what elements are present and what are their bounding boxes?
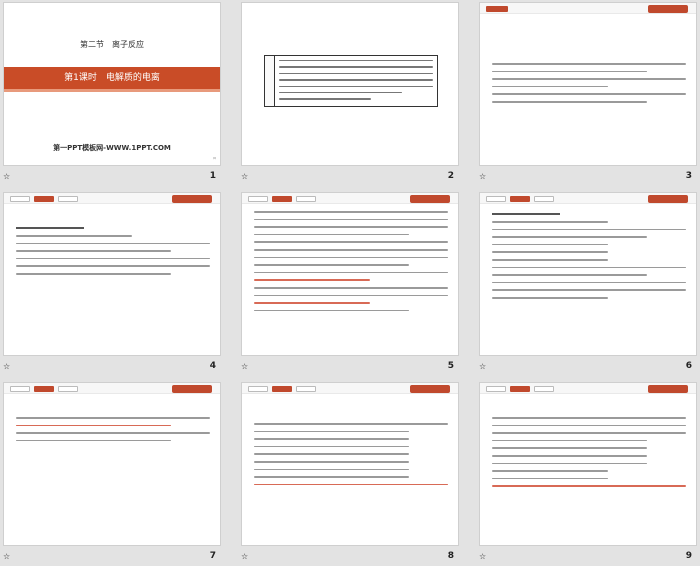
tab-3	[58, 196, 78, 202]
tab-3	[534, 386, 554, 392]
star-icon[interactable]: ☆	[241, 362, 248, 371]
slide-preview	[479, 2, 697, 166]
star-icon[interactable]: ☆	[479, 172, 486, 181]
section-title: 第二节 离子反应	[80, 40, 144, 49]
tab-1	[486, 6, 508, 12]
thumbnail-5[interactable]: ☆ 5	[238, 190, 460, 376]
badge	[172, 385, 212, 393]
slide-number: 5	[447, 361, 454, 371]
slide-text	[492, 417, 686, 493]
tab-2	[510, 196, 530, 202]
tab-1	[486, 386, 506, 392]
thumbnail-3[interactable]: ☆ 3	[476, 0, 698, 186]
badge	[410, 385, 450, 393]
slide-text	[492, 213, 686, 305]
objectives-box	[264, 55, 438, 107]
slide-preview	[479, 382, 697, 546]
slide-text	[254, 423, 448, 491]
objectives-label	[265, 56, 275, 106]
thumbnail-caption: ☆ 7	[0, 550, 222, 564]
thumbnail-caption: ☆ 9	[476, 550, 698, 564]
slide-toolbar	[242, 193, 458, 204]
tab-3	[296, 386, 316, 392]
corner-mark-icon: ⌗	[213, 156, 216, 162]
slide-toolbar	[242, 383, 458, 394]
star-icon[interactable]: ☆	[3, 172, 10, 181]
slide-number: 3	[685, 171, 692, 181]
slide-number: 8	[447, 551, 454, 561]
slide-preview	[3, 382, 221, 546]
title-stripe	[4, 89, 220, 92]
slide-text	[16, 227, 210, 281]
slide-preview	[241, 192, 459, 356]
star-icon[interactable]: ☆	[479, 362, 486, 371]
thumbnail-6[interactable]: ☆ 6	[476, 190, 698, 376]
star-icon[interactable]: ☆	[3, 552, 10, 561]
tab-1	[486, 196, 506, 202]
objectives-text	[279, 60, 433, 105]
tab-2	[272, 386, 292, 392]
tab-1	[10, 196, 30, 202]
star-icon[interactable]: ☆	[3, 362, 10, 371]
slide-text	[492, 63, 686, 109]
thumbnail-caption: ☆ 3	[476, 170, 698, 184]
tab-3	[58, 386, 78, 392]
thumbnail-9[interactable]: ☆ 9	[476, 380, 698, 566]
tab-3	[296, 196, 316, 202]
thumbnail-caption: ☆ 5	[238, 360, 460, 374]
badge	[648, 195, 688, 203]
thumbnail-caption: ☆ 1	[0, 170, 222, 184]
thumbnail-7[interactable]: ☆ 7	[0, 380, 222, 566]
thumbnail-4[interactable]: ☆ 4	[0, 190, 222, 376]
thumbnail-caption: ☆ 8	[238, 550, 460, 564]
slide-toolbar	[4, 383, 220, 394]
thumbnail-1[interactable]: 第二节 离子反应 第1课时 电解质的电离 第一PPT模板网-WWW.1PPT.C…	[0, 0, 222, 186]
slide-number: 1	[209, 171, 216, 181]
slide-number: 9	[685, 551, 692, 561]
slide-number: 7	[209, 551, 216, 561]
slide-toolbar	[4, 193, 220, 204]
thumbnail-caption: ☆ 2	[238, 170, 460, 184]
star-icon[interactable]: ☆	[241, 172, 248, 181]
template-credit: 第一PPT模板网-WWW.1PPT.COM	[53, 144, 171, 152]
star-icon[interactable]: ☆	[241, 552, 248, 561]
tab-2	[34, 196, 54, 202]
slide-text	[254, 211, 448, 317]
slide-toolbar	[480, 383, 696, 394]
slide-preview	[241, 382, 459, 546]
tab-2	[272, 196, 292, 202]
slide-preview: 第二节 离子反应 第1课时 电解质的电离 第一PPT模板网-WWW.1PPT.C…	[3, 2, 221, 166]
thumbnail-2[interactable]: ☆ 2	[238, 0, 460, 186]
slide-toolbar	[480, 3, 696, 14]
tab-1	[248, 386, 268, 392]
badge	[648, 5, 688, 13]
thumbnail-8[interactable]: ☆ 8	[238, 380, 460, 566]
slide-toolbar	[480, 193, 696, 204]
slide-number: 2	[447, 171, 454, 181]
tab-3	[534, 196, 554, 202]
badge	[410, 195, 450, 203]
slide-preview	[479, 192, 697, 356]
badge	[648, 385, 688, 393]
tab-2	[34, 386, 54, 392]
tab-1	[10, 386, 30, 392]
thumbnail-caption: ☆ 6	[476, 360, 698, 374]
badge	[172, 195, 212, 203]
slide-preview	[3, 192, 221, 356]
slide-preview	[241, 2, 459, 166]
star-icon[interactable]: ☆	[479, 552, 486, 561]
thumbnail-caption: ☆ 4	[0, 360, 222, 374]
slide-text	[16, 417, 210, 447]
tab-2	[510, 386, 530, 392]
slide-number: 4	[209, 361, 216, 371]
tab-1	[248, 196, 268, 202]
slide-number: 6	[685, 361, 692, 371]
lesson-title: 第1课时 电解质的电离	[4, 67, 220, 89]
